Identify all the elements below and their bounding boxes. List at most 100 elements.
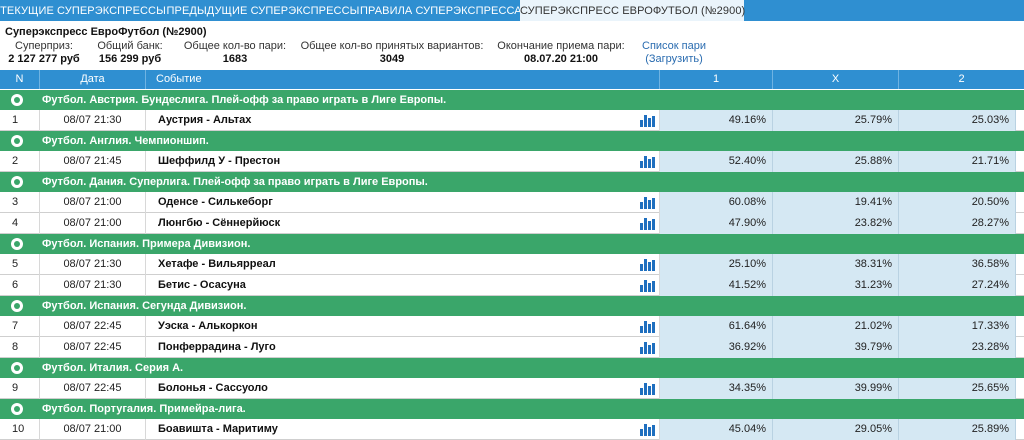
pct-draw: 39.79% xyxy=(773,337,899,358)
pct-away: 21.71% xyxy=(899,151,1016,172)
football-icon xyxy=(11,362,23,374)
pct-draw: 31.23% xyxy=(773,275,899,296)
col-num: N xyxy=(0,70,40,89)
pct-home: 34.35% xyxy=(660,378,773,399)
bet-list-link[interactable]: Список пари (Загрузить) xyxy=(638,40,710,66)
deadline-value: 08.07.20 21:00 xyxy=(523,53,598,65)
match-event: Болонья - Сассуоло xyxy=(146,378,660,399)
col-1: 1 xyxy=(660,70,773,89)
tab-rules[interactable]: ПРАВИЛА СУПЕРЭКСПРЕССА xyxy=(360,0,522,21)
pct-home: 49.16% xyxy=(660,110,773,131)
league-group-header: Футбол. Италия. Серия А. xyxy=(0,358,1024,378)
league-title: Футбол. Италия. Серия А. xyxy=(42,362,184,374)
pct-draw: 38.31% xyxy=(773,254,899,275)
tab-bar: ТЕКУЩИЕ СУПЕРЭКСПРЕССЫ ПРЕДЫДУЩИЕ СУПЕРЭ… xyxy=(0,0,1024,21)
match-event: Оденсе - Силькеборг xyxy=(146,192,660,213)
bar-chart-icon[interactable] xyxy=(640,156,656,168)
match-event: Аустрия - Альтах xyxy=(146,110,660,131)
league-group-header: Футбол. Англия. Чемпионшип. xyxy=(0,131,1024,151)
league-group-header: Футбол. Испания. Примера Дивизион. xyxy=(0,234,1024,254)
match-row: 9 08/07 22:45 Болонья - Сассуоло 34.35% … xyxy=(0,378,1024,399)
tab-current-superexpress[interactable]: ТЕКУЩИЕ СУПЕРЭКСПРЕССЫ xyxy=(0,0,166,21)
match-number: 7 xyxy=(0,316,40,337)
match-number: 5 xyxy=(0,254,40,275)
match-number: 2 xyxy=(0,151,40,172)
league-group-header: Футбол. Испания. Сегунда Дивизион. xyxy=(0,296,1024,316)
pct-draw: 25.88% xyxy=(773,151,899,172)
match-date: 08/07 21:00 xyxy=(40,419,146,440)
bar-chart-icon[interactable] xyxy=(640,383,656,395)
superprize-stat: Суперприз: 2 127 277 руб xyxy=(0,40,88,66)
match-row: 1 08/07 21:30 Аустрия - Альтах 49.16% 25… xyxy=(0,110,1024,131)
football-icon xyxy=(11,176,23,188)
bets-label: Общее кол-во пари: xyxy=(183,40,287,52)
match-event: Понферрадина - Луго xyxy=(146,337,660,358)
match-date: 08/07 21:45 xyxy=(40,151,146,172)
deadline-label: Окончание приема пари: xyxy=(497,40,625,52)
pct-home: 36.92% xyxy=(660,337,773,358)
bank-label: Общий банк: xyxy=(97,40,163,52)
match-event: Шеффилд У - Престон xyxy=(146,151,660,172)
bet-list-download-link[interactable]: (Загрузить) xyxy=(638,53,710,66)
match-number: 10 xyxy=(0,419,40,440)
football-icon xyxy=(11,238,23,250)
match-date: 08/07 22:45 xyxy=(40,337,146,358)
variants-stat: Общее кол-во принятых вариантов: 3049 xyxy=(298,40,486,66)
match-event: Боавишта - Маритиму xyxy=(146,419,660,440)
bar-chart-icon[interactable] xyxy=(640,218,656,230)
match-event: Люнгбю - Сённерйюск xyxy=(146,213,660,234)
bar-chart-icon[interactable] xyxy=(640,321,656,333)
match-event: Бетис - Осасуна xyxy=(146,275,660,296)
deadline-stat: Окончание приема пари: 08.07.20 21:00 xyxy=(494,40,628,66)
tab-previous-superexpress[interactable]: ПРЕДЫДУЩИЕ СУПЕРЭКСПРЕССЫ xyxy=(166,0,360,21)
pct-draw: 39.99% xyxy=(773,378,899,399)
league-title: Футбол. Австрия. Бундеслига. Плей-офф за… xyxy=(42,94,447,106)
pct-away: 25.65% xyxy=(899,378,1016,399)
pct-home: 52.40% xyxy=(660,151,773,172)
pct-away: 20.50% xyxy=(899,192,1016,213)
pct-draw: 19.41% xyxy=(773,192,899,213)
bar-chart-icon[interactable] xyxy=(640,259,656,271)
pct-away: 17.33% xyxy=(899,316,1016,337)
football-icon xyxy=(11,94,23,106)
tab-eurofootball[interactable]: СУПЕРЭКСПРЕСС ЕВРОФУТБОЛ (№2900) xyxy=(520,0,745,21)
football-icon xyxy=(11,135,23,147)
league-title: Футбол. Дания. Суперлига. Плей-офф за пр… xyxy=(42,176,428,188)
match-number: 6 xyxy=(0,275,40,296)
match-row: 7 08/07 22:45 Уэска - Алькоркон 61.64% 2… xyxy=(0,316,1024,337)
match-number: 3 xyxy=(0,192,40,213)
match-row: 2 08/07 21:45 Шеффилд У - Престон 52.40%… xyxy=(0,151,1024,172)
match-date: 08/07 22:45 xyxy=(40,316,146,337)
pct-away: 25.03% xyxy=(899,110,1016,131)
bar-chart-icon[interactable] xyxy=(640,424,656,436)
pct-away: 27.24% xyxy=(899,275,1016,296)
col-date: Дата xyxy=(40,70,146,89)
match-date: 08/07 22:45 xyxy=(40,378,146,399)
pct-draw: 21.02% xyxy=(773,316,899,337)
pct-home: 47.90% xyxy=(660,213,773,234)
match-event: Уэска - Алькоркон xyxy=(146,316,660,337)
col-event: Событие xyxy=(146,70,660,89)
football-icon xyxy=(11,300,23,312)
bar-chart-icon[interactable] xyxy=(640,280,656,292)
match-number: 9 xyxy=(0,378,40,399)
league-group-header: Футбол. Дания. Суперлига. Плей-офф за пр… xyxy=(0,172,1024,192)
bar-chart-icon[interactable] xyxy=(640,197,656,209)
league-title: Футбол. Испания. Сегунда Дивизион. xyxy=(42,300,247,312)
bar-chart-icon[interactable] xyxy=(640,115,656,127)
pct-away: 36.58% xyxy=(899,254,1016,275)
match-date: 08/07 21:00 xyxy=(40,213,146,234)
match-date: 08/07 21:30 xyxy=(40,110,146,131)
variants-label: Общее кол-во принятых вариантов: xyxy=(300,40,484,52)
bar-chart-icon[interactable] xyxy=(640,342,656,354)
league-group-header: Футбол. Португалия. Примейра-лига. xyxy=(0,399,1024,419)
pct-draw: 25.79% xyxy=(773,110,899,131)
match-row: 8 08/07 22:45 Понферрадина - Луго 36.92%… xyxy=(0,337,1024,358)
pct-home: 60.08% xyxy=(660,192,773,213)
match-event: Хетафе - Вильярреал xyxy=(146,254,660,275)
match-number: 1 xyxy=(0,110,40,131)
page-title: Суперэкспресс ЕвроФутбол (№2900) xyxy=(5,26,207,38)
bet-list-link-text[interactable]: Список пари xyxy=(638,40,710,53)
pct-draw: 23.82% xyxy=(773,213,899,234)
pct-away: 28.27% xyxy=(899,213,1016,234)
